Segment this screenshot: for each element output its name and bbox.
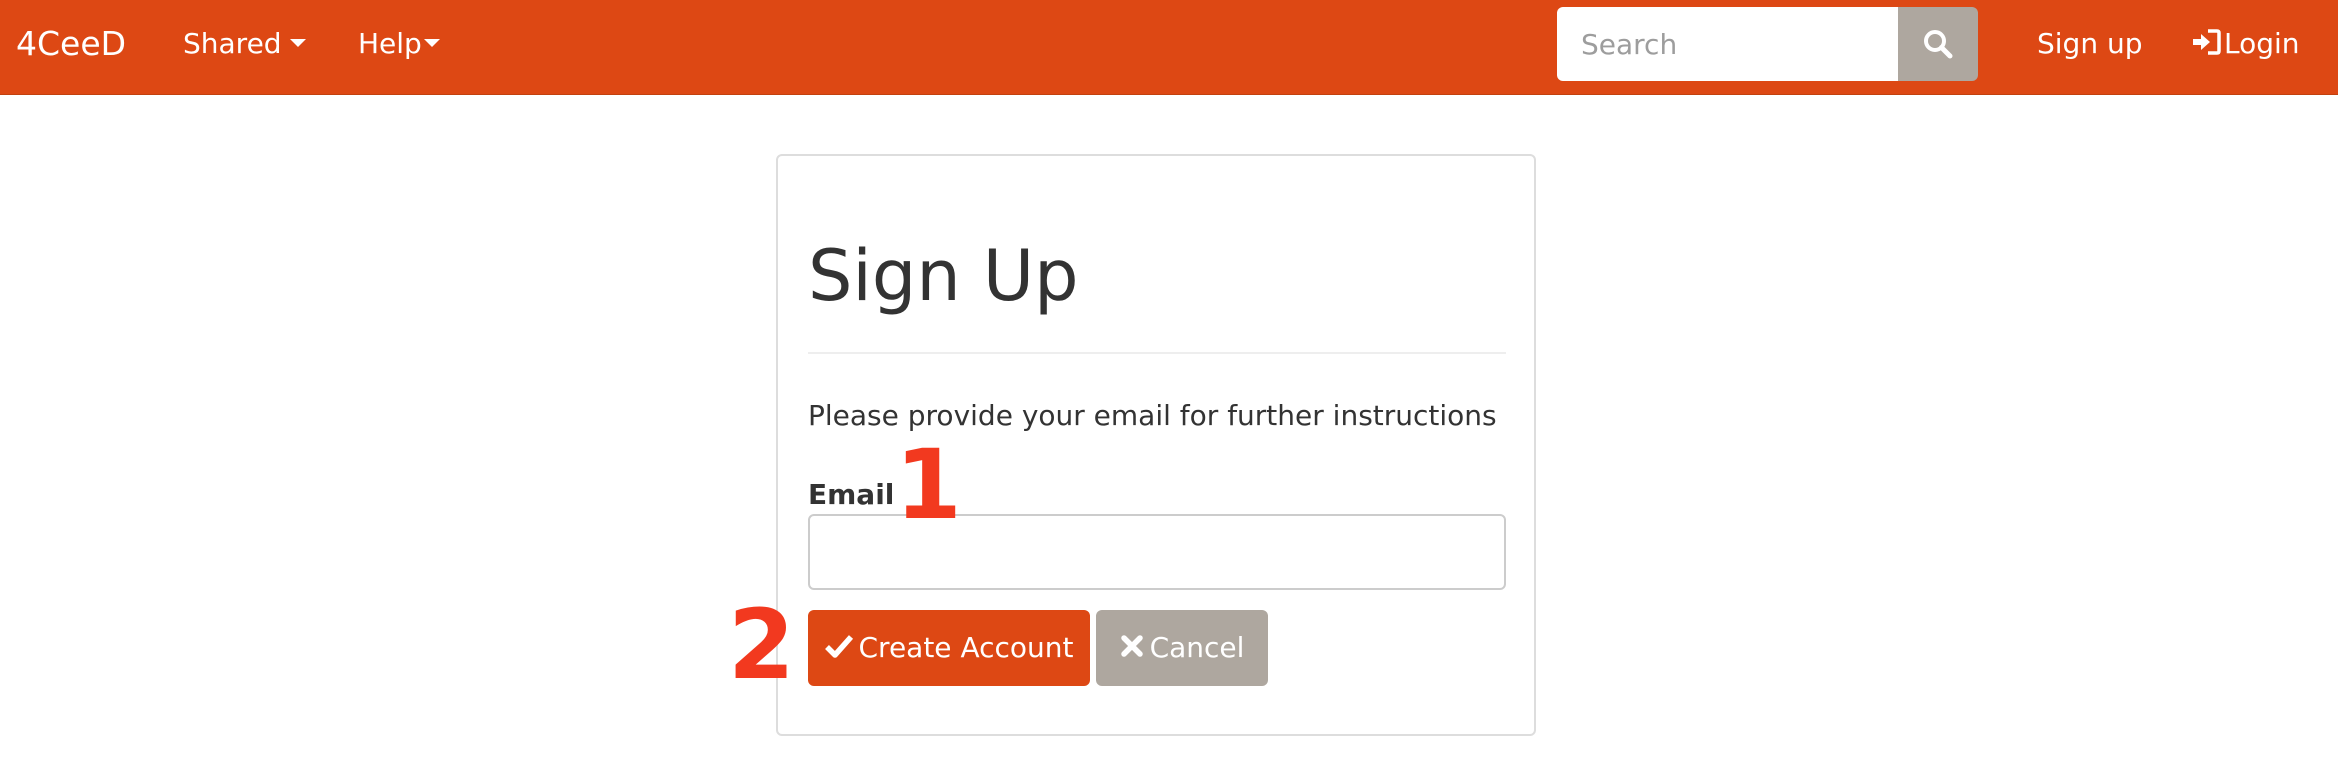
sign-in-icon [2193,29,2221,55]
navbar: 4CeeD Shared Help Sign up Login [0,0,2338,95]
email-label: Email [808,478,895,511]
login-link[interactable]: Login [2190,25,2300,63]
signup-panel: Sign Up Please provide your email for fu… [776,154,1536,736]
divider [808,352,1506,354]
cancel-button[interactable]: Cancel [1096,610,1268,686]
nav-shared-label: Shared [183,27,282,60]
caret-down-icon [423,39,440,47]
search-icon [1924,30,1953,59]
times-icon [1120,635,1143,657]
search-button[interactable] [1898,7,1978,81]
annotation-number-1: 1 [895,429,962,541]
nav-help-dropdown[interactable]: Help [358,25,440,63]
create-account-label: Create Account [858,631,1074,664]
login-label: Login [2224,27,2300,60]
nav-shared-dropdown[interactable]: Shared [183,25,306,63]
create-account-button[interactable]: Create Account [808,610,1090,686]
check-icon [824,635,853,658]
signup-link[interactable]: Sign up [2037,25,2143,63]
nav-help-label: Help [358,27,422,60]
page-title: Sign Up [808,235,1079,317]
search-input[interactable] [1557,7,1899,81]
cancel-label: Cancel [1149,631,1245,664]
annotation-number-2: 2 [728,589,795,701]
caret-down-icon [289,39,306,47]
brand-link[interactable]: 4CeeD [16,24,126,64]
